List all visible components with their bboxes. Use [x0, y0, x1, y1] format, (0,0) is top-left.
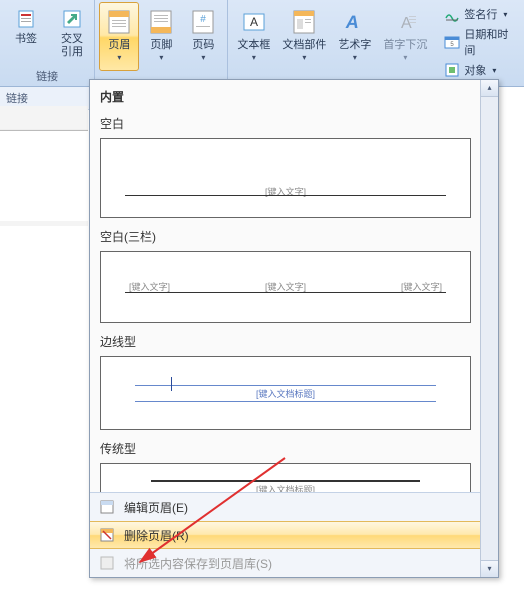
svg-text:A: A — [250, 15, 258, 29]
save-selection-menuitem: 将所选内容保存到页眉库(S) — [90, 549, 481, 577]
placeholder-doctitle: [键入文档标题] — [256, 483, 315, 492]
object-button[interactable]: 对象 ▾ — [440, 60, 520, 80]
remove-header-menuitem[interactable]: 删除页眉(R) — [90, 521, 481, 549]
textbox-label: 文本框 — [237, 39, 270, 52]
scroll-down-icon[interactable]: ▾ — [481, 560, 498, 577]
sigline-label: 签名行 — [464, 6, 497, 22]
dropdown-arrow-icon: ▾ — [117, 53, 121, 62]
quickparts-button[interactable]: 文档部件 ▾ — [277, 2, 331, 71]
wordart-label: 艺术字 — [338, 39, 371, 52]
save-selection-icon — [98, 554, 116, 572]
save-selection-label: 将所选内容保存到页眉库(S) — [124, 555, 272, 572]
dropcap-button[interactable]: A 首字下沉 ▾ — [378, 2, 432, 71]
dropdown-arrow-icon: ▾ — [201, 53, 205, 62]
wordart-icon: A — [340, 7, 370, 37]
pagenum-icon: # — [188, 7, 218, 37]
datetime-icon: 5 — [444, 34, 460, 50]
pagenum-label: 页码 — [192, 39, 214, 52]
dropcap-label: 首字下沉 — [383, 39, 427, 52]
gallery-item-edge[interactable]: [键入文档标题] — [100, 356, 471, 430]
quickparts-icon — [289, 7, 319, 37]
svg-text:A: A — [401, 15, 412, 32]
svg-text:A: A — [344, 12, 360, 32]
svg-text:#: # — [201, 14, 207, 25]
gallery-category-builtin: 内置 — [98, 84, 473, 109]
dropdown-arrow-icon: ▾ — [503, 10, 507, 19]
gallery-item-blank[interactable]: [键入文字] — [100, 138, 471, 218]
textbox-icon: A — [239, 7, 269, 37]
pagenum-button[interactable]: # 页码 ▾ — [183, 2, 223, 71]
ribbon: 书签 交叉 引用 链接 页眉 ▾ 页 — [0, 0, 524, 87]
bookmark-icon — [14, 7, 38, 31]
dropdown-arrow-icon: ▾ — [403, 53, 407, 62]
crossref-icon — [60, 7, 84, 31]
datetime-button[interactable]: 5 日期和时间 — [440, 24, 520, 60]
gallery-scrollbar[interactable]: ▴ ▾ — [480, 80, 498, 577]
edit-header-label: 编辑页眉(E) — [124, 499, 188, 516]
links-group-label: 链接 — [4, 67, 90, 86]
header-gallery-dropdown: 内置 空白 [键入文字] 空白(三栏) [键入文字] [键入文字] [键入文字]… — [89, 79, 499, 578]
gallery-subcat-edge: 边线型 — [98, 327, 473, 354]
sigline-button[interactable]: 签名行 ▾ — [440, 4, 520, 24]
remove-header-icon — [98, 526, 116, 544]
gallery-subcat-blank3: 空白(三栏) — [98, 222, 473, 249]
footer-icon — [146, 7, 176, 37]
gallery-item-blank3[interactable]: [键入文字] [键入文字] [键入文字] — [100, 251, 471, 323]
datetime-label: 日期和时间 — [464, 26, 516, 58]
header-label: 页眉 — [108, 39, 130, 52]
object-icon — [444, 62, 460, 78]
dropcap-icon: A — [390, 7, 420, 37]
textbox-button[interactable]: A 文本框 ▾ — [232, 2, 275, 71]
placeholder-text: [键入文字] — [265, 185, 306, 198]
quickparts-label: 文档部件 — [282, 39, 326, 52]
bookmark-button[interactable]: 书签 — [4, 2, 48, 67]
gallery-subcat-blank: 空白 — [98, 109, 473, 136]
gallery-footer-menu: 编辑页眉(E) 删除页眉(R) 将所选内容保存到页眉库(S) — [90, 492, 481, 577]
crossref-button[interactable]: 交叉 引用 — [50, 2, 94, 67]
dropdown-arrow-icon: ▾ — [159, 53, 163, 62]
scroll-up-icon[interactable]: ▴ — [481, 80, 498, 97]
dropdown-arrow-icon: ▾ — [492, 66, 496, 75]
placeholder-doctitle: [键入文档标题] — [256, 387, 315, 400]
object-label: 对象 — [464, 62, 486, 78]
wordart-button[interactable]: A 艺术字 ▾ — [333, 2, 376, 71]
header-icon — [104, 7, 134, 37]
dropdown-arrow-icon: ▾ — [252, 53, 256, 62]
remove-header-label: 删除页眉(R) — [124, 527, 189, 544]
bookmark-label: 书签 — [15, 33, 37, 46]
crossref-label: 交叉 引用 — [61, 33, 83, 59]
gallery-subcat-trad: 传统型 — [98, 434, 473, 461]
header-button[interactable]: 页眉 ▾ — [99, 2, 139, 71]
footer-button[interactable]: 页脚 ▾ — [141, 2, 181, 71]
footer-label: 页脚 — [150, 39, 172, 52]
signature-icon — [444, 6, 460, 22]
edit-header-icon — [98, 498, 116, 516]
edit-header-menuitem[interactable]: 编辑页眉(E) — [90, 493, 481, 521]
dropdown-arrow-icon: ▾ — [302, 53, 306, 62]
gallery-item-trad[interactable]: [键入文档标题] [选取日期] — [100, 463, 471, 492]
dropdown-arrow-icon: ▾ — [353, 53, 357, 62]
